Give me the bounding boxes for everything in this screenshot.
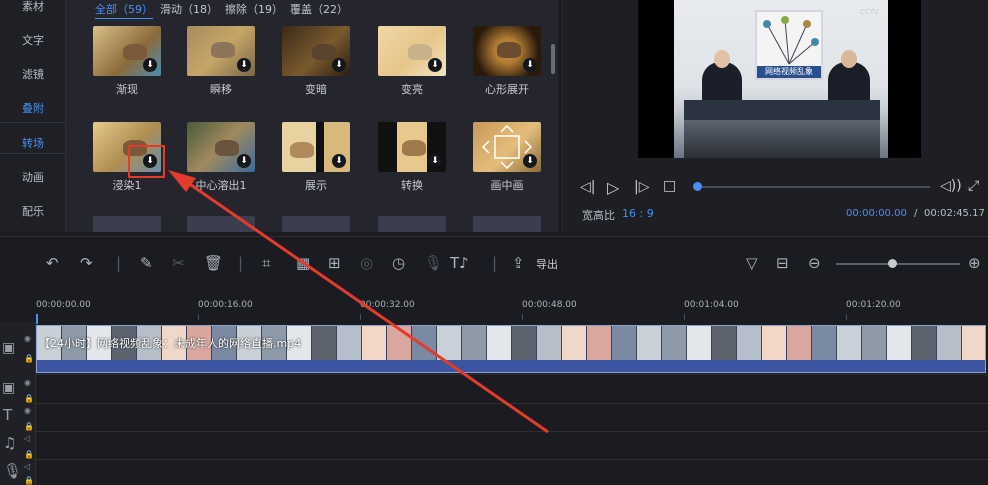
annotation-arrow: [168, 170, 549, 434]
